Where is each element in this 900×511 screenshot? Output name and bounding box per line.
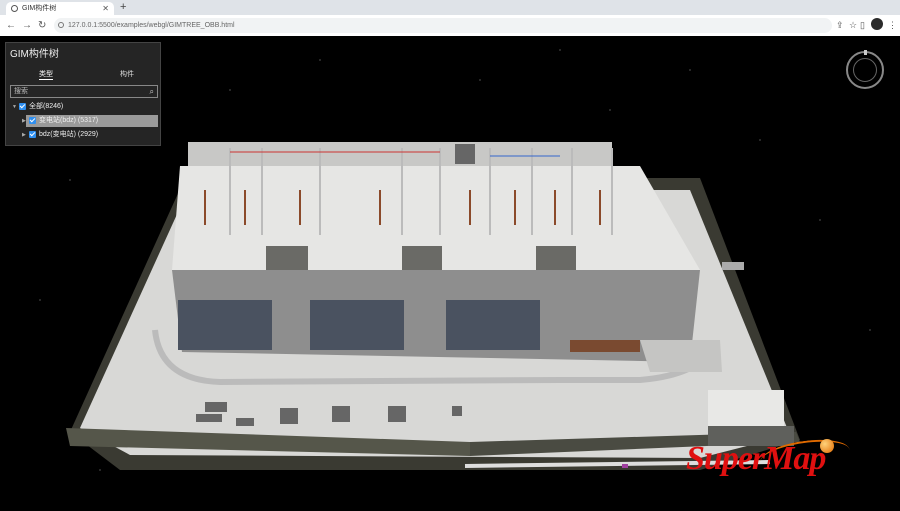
tree-checkbox[interactable] [29,130,36,138]
tree-checkbox[interactable] [29,116,36,124]
compass-navigation[interactable] [846,50,884,89]
building-bay-1 [178,300,272,350]
expand-arrow-icon[interactable]: ▼ [12,101,19,113]
panel-title: GIM构件树 [10,49,59,60]
address-bar[interactable]: 127.0.0.1:5500/examples/webgl/GIMTREE_OB… [54,18,832,33]
back-icon[interactable]: ← [6,18,16,33]
address-url: 127.0.0.1:5500/examples/webgl/GIMTREE_OB… [68,22,235,29]
roof-opening-1 [266,246,308,270]
new-tab-button[interactable]: + [120,0,126,15]
cable-trench [570,340,640,352]
menu-icon[interactable]: ⋮ [888,18,897,33]
tab-component[interactable]: 构件 [120,69,134,79]
supermap-logo: SuperMap [686,440,826,477]
roof-opening-3 [536,246,576,270]
site-info-icon[interactable] [58,22,64,28]
tab-type[interactable]: 类型 [39,69,53,80]
tree-row[interactable]: ▼ 全部(8246) [12,101,63,113]
collapse-arrow-icon[interactable]: ▶ [22,115,29,127]
install-icon[interactable]: ⇪ [836,18,844,33]
roof-opening-2 [402,246,442,270]
reload-icon[interactable]: ↻ [38,18,46,33]
building-bay-3 [446,300,540,350]
tree-row[interactable]: ▶ bdz(变电站) (2929) [22,129,98,141]
external-duct [722,262,744,270]
page-favicon-icon [11,5,18,12]
sidepanel-icon[interactable]: ▯ [860,18,865,33]
close-tab-icon[interactable]: ✕ [102,2,109,15]
tree-row[interactable]: ▶ 变电站(bdz) (5317) [22,115,98,127]
tree-checkbox[interactable] [19,102,26,110]
browser-tab[interactable]: GIM构件树 ✕ [6,2,114,15]
gim-tree-panel: GIM构件树 类型 构件 搜索 ⌕ ▼ 全部(8246) ▶ 变电站(bdz) (5… [5,42,161,146]
forward-icon[interactable]: → [22,18,32,33]
browser-tab-title: GIM构件树 [22,5,57,12]
collapse-arrow-icon[interactable]: ▶ [22,129,29,141]
compass-north-icon [864,50,867,55]
side-building [708,390,784,426]
tree-label: 变电站(bdz) (5317) [39,117,99,124]
building-bay-2 [310,300,404,350]
search-input[interactable]: 搜索 ⌕ [10,85,158,98]
side-annex [640,340,722,372]
upper-roof [188,142,612,166]
browser-tab-strip: GIM构件树 ✕ + [0,0,900,15]
search-placeholder: 搜索 [14,88,28,95]
tree-label: 全部(8246) [29,103,64,110]
roof-equipment [455,144,475,164]
bookmark-star-icon[interactable]: ☆ [849,18,857,33]
panel-tabs: 类型 构件 [6,67,162,81]
profile-avatar[interactable] [871,18,883,30]
tree-label: bdz(变电站) (2929) [39,131,99,138]
search-icon[interactable]: ⌕ [150,86,154,97]
browser-toolbar: ← → ↻ 127.0.0.1:5500/examples/webgl/GIMT… [0,15,900,37]
